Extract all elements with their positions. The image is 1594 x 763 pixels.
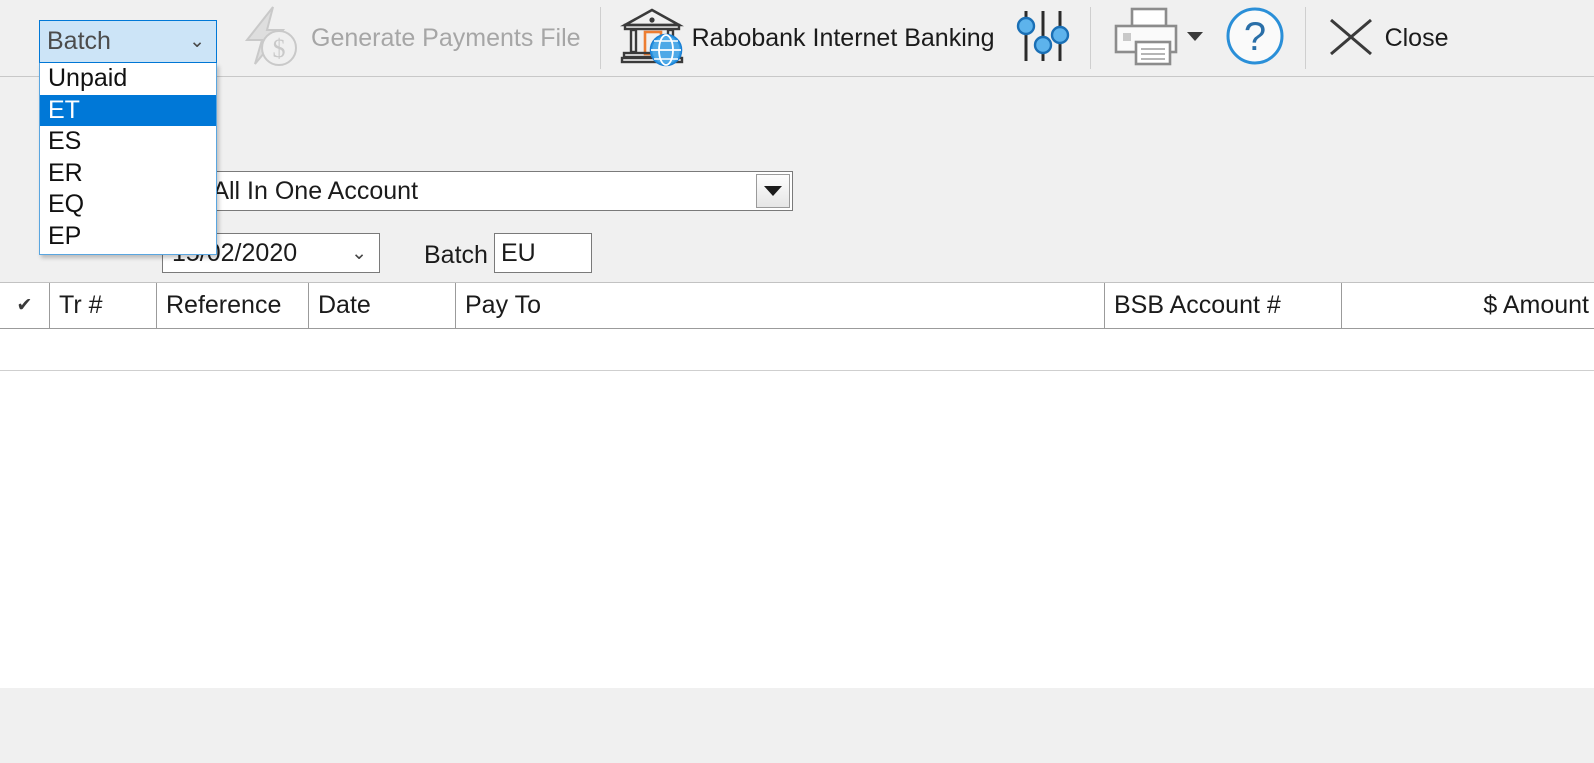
account-combo[interactable]: Rabo All In One Account <box>137 171 793 211</box>
batch-option-unpaid[interactable]: Unpaid <box>40 63 216 95</box>
close-label: Close <box>1384 23 1449 52</box>
transactions-grid: ✔ Tr # Reference Date Pay To BSB Account… <box>0 282 1594 688</box>
status-bar: 0 selected transactions for: $0.00 <box>0 688 1594 763</box>
rabobank-internet-banking-button[interactable]: Rabobank Internet Banking <box>610 5 1005 71</box>
close-x-icon <box>1325 10 1377 67</box>
toolbar: $ Generate Payments File Rabobank Intern… <box>0 0 1594 77</box>
rabobank-internet-banking-label: Rabobank Internet Banking <box>691 23 995 52</box>
toolbar-separator-2 <box>1089 7 1091 69</box>
svg-text:?: ? <box>1243 15 1265 59</box>
settings-sliders-button[interactable] <box>1005 5 1081 71</box>
toolbar-separator-1 <box>599 7 601 69</box>
column-header-date[interactable]: Date <box>309 283 456 328</box>
batch-option-ep[interactable]: EP <box>40 221 216 253</box>
grid-body <box>0 371 1594 686</box>
batch-option-et[interactable]: ET <box>40 94 216 126</box>
svg-text:$: $ <box>273 34 286 63</box>
batch-filter-selected-value: Batch <box>47 27 111 55</box>
column-header-amount[interactable]: $ Amount <box>1342 283 1594 328</box>
batch-field-label: Batch <box>424 241 488 269</box>
chevron-down-icon[interactable]: ⌄ <box>351 244 379 263</box>
column-header-tr[interactable]: Tr # <box>50 283 157 328</box>
batch-filter-combo[interactable]: Batch ⌄ Unpaid ET ES ER EQ EP <box>39 20 217 255</box>
generate-payments-file-button[interactable]: $ Generate Payments File <box>225 5 591 71</box>
batch-input[interactable]: EU <box>494 233 592 273</box>
column-header-pay-to[interactable]: Pay To <box>456 283 1105 328</box>
column-header-check[interactable]: ✔ <box>0 283 50 328</box>
printer-icon <box>1110 6 1182 71</box>
grid-blank-row[interactable] <box>0 329 1594 371</box>
chevron-down-icon <box>1186 29 1204 47</box>
batch-option-es[interactable]: ES <box>40 126 216 158</box>
help-button[interactable]: ? <box>1214 5 1296 71</box>
batch-filter-combo-head[interactable]: Batch ⌄ <box>39 20 217 63</box>
grid-header-row: ✔ Tr # Reference Date Pay To BSB Account… <box>0 283 1594 329</box>
eft-payments-window: $ Generate Payments File Rabobank Intern… <box>0 0 1594 763</box>
payment-form-panel: Rabo All In One Account 15/02/2020 ⌄ Bat… <box>0 78 1594 334</box>
batch-option-eq[interactable]: EQ <box>40 189 216 221</box>
close-button[interactable]: Close <box>1315 5 1459 71</box>
column-header-reference[interactable]: Reference <box>157 283 309 328</box>
account-combo-dropdown-button[interactable] <box>756 174 790 208</box>
lightning-dollar-icon: $ <box>235 4 303 73</box>
question-circle-icon: ? <box>1224 5 1286 72</box>
print-dropdown-button[interactable] <box>1186 5 1214 71</box>
batch-option-er[interactable]: ER <box>40 158 216 190</box>
bank-globe-icon <box>619 5 684 72</box>
chevron-down-icon[interactable]: ⌄ <box>189 32 216 51</box>
generate-payments-file-label: Generate Payments File <box>311 23 581 52</box>
triangle-down-icon <box>764 186 782 196</box>
batch-filter-option-list[interactable]: Unpaid ET ES ER EQ EP <box>39 63 217 255</box>
print-button[interactable] <box>1100 5 1186 71</box>
batch-input-value: EU <box>501 238 536 267</box>
sliders-icon <box>1015 5 1071 72</box>
column-header-bsb-account[interactable]: BSB Account # <box>1105 283 1342 328</box>
toolbar-separator-3 <box>1304 7 1306 69</box>
